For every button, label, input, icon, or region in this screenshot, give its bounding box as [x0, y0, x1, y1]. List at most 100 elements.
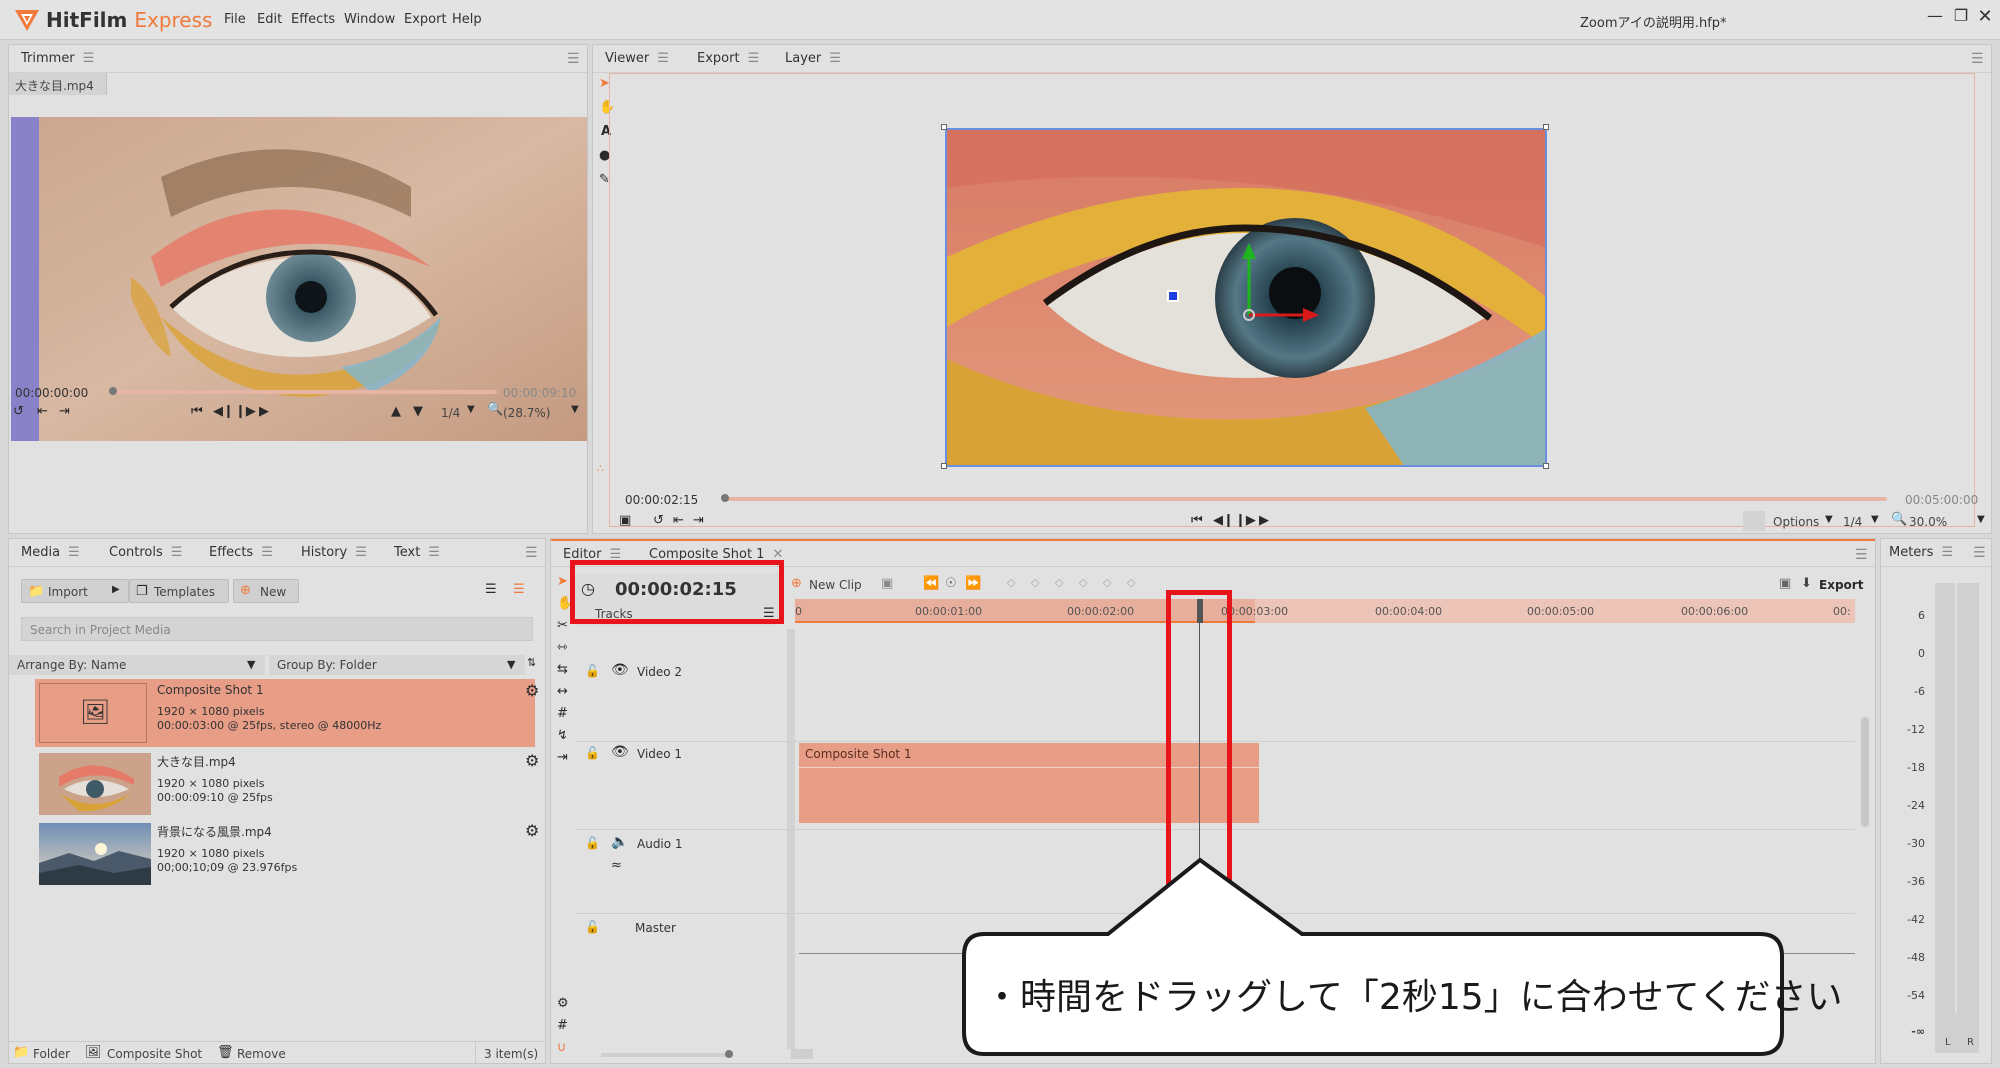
arrange-by-select[interactable]: Arrange By: Name ▼: [9, 655, 265, 675]
render-icon[interactable]: ▣: [1779, 577, 1791, 590]
trimmer-scrub-bar[interactable]: [113, 390, 497, 394]
viewer-playhead[interactable]: [721, 494, 729, 502]
import-button[interactable]: 📁 Import ▶: [21, 579, 129, 603]
tab-menu-icon[interactable]: ☰: [68, 545, 80, 560]
tab-viewer[interactable]: Viewer ☰: [605, 51, 669, 66]
marker-icon[interactable]: ◇: [1055, 577, 1063, 588]
media-item[interactable]: 大きな目.mp4 1920 × 1080 pixels 00:00:09:10 …: [35, 751, 535, 819]
viewer-grip-icon[interactable]: ∴: [597, 463, 604, 474]
marker-icon[interactable]: ◇: [1079, 577, 1087, 588]
editor-export-button[interactable]: Export: [1819, 578, 1863, 592]
insert-icon[interactable]: ▲: [391, 405, 401, 418]
next-edit-icon[interactable]: ⏩: [965, 577, 981, 590]
tab-meters[interactable]: Meters ☰: [1889, 545, 1953, 560]
tab-menu-icon[interactable]: ☰: [171, 545, 183, 560]
step-back-icon[interactable]: ◀❙: [213, 405, 234, 418]
marker-icon[interactable]: ◇: [1127, 577, 1135, 588]
group-dropdown-icon[interactable]: ▼: [507, 659, 515, 670]
corner-handle[interactable]: [941, 463, 947, 469]
lock-icon[interactable]: 🔓: [585, 665, 600, 677]
trimmer-playhead[interactable]: [109, 387, 117, 395]
new-composite-button[interactable]: Composite Shot: [107, 1047, 202, 1061]
step-forward-icon[interactable]: ❙▶: [1235, 514, 1256, 527]
loop-icon[interactable]: ↺: [13, 405, 24, 418]
quality-dropdown-icon[interactable]: ▼: [467, 405, 475, 415]
vertical-scrollbar[interactable]: [1861, 717, 1869, 827]
slip-tool-icon[interactable]: ⇿: [557, 641, 568, 654]
step-back-icon[interactable]: ◀❙: [1213, 514, 1234, 527]
arrange-dropdown-icon[interactable]: ▼: [247, 659, 255, 670]
overlay-icon[interactable]: ▼: [413, 405, 423, 418]
media-item[interactable]: 🖼 Composite Shot 1 1920 × 1080 pixels 00…: [35, 679, 535, 747]
tab-effects[interactable]: Effects ☰: [209, 545, 273, 560]
settings-gear-icon[interactable]: ⚙: [557, 997, 569, 1010]
list-view-icon[interactable]: ☰: [485, 583, 497, 596]
menu-edit[interactable]: Edit: [257, 12, 282, 27]
in-point-icon[interactable]: ⇤: [673, 514, 684, 527]
eye-icon[interactable]: 👁: [611, 745, 629, 759]
options-dropdown-icon[interactable]: ▼: [1825, 515, 1833, 525]
speaker-icon[interactable]: 🔈: [611, 835, 628, 849]
tab-menu-icon[interactable]: ☰: [657, 51, 669, 66]
zoom-dropdown-icon[interactable]: ▼: [1977, 515, 1985, 525]
gear-icon[interactable]: ⚙: [525, 683, 539, 699]
viewer-scrub-bar[interactable]: [725, 497, 1887, 501]
ripple-tool-icon[interactable]: ↔: [557, 685, 568, 698]
group-by-select[interactable]: Group By: Folder ▼: [269, 655, 525, 675]
menu-window[interactable]: Window: [344, 12, 395, 27]
tab-trimmer[interactable]: Trimmer ☰: [21, 51, 94, 66]
minimize-icon[interactable]: —: [1924, 6, 1946, 25]
media-item[interactable]: 背景になる風景.mp4 1920 × 1080 pixels 00;00;10;…: [35, 821, 535, 889]
panel-menu-icon[interactable]: ☰: [525, 545, 538, 561]
export-icon[interactable]: ⬇: [1801, 577, 1812, 590]
viewer-options-button[interactable]: Options: [1773, 515, 1819, 529]
quality-dropdown-icon[interactable]: ▼: [1871, 515, 1879, 525]
screenshot-icon[interactable]: ▣: [619, 514, 631, 527]
transform-gizmo[interactable]: [1213, 235, 1333, 355]
anchor-point-handle[interactable]: [1167, 290, 1179, 302]
tab-history[interactable]: History ☰: [301, 545, 367, 560]
trimmer-zoom[interactable]: (28.7%): [503, 406, 550, 420]
panel-menu-icon[interactable]: ☰: [567, 51, 580, 67]
in-point-icon[interactable]: ⇤: [37, 405, 48, 418]
slide-tool-icon[interactable]: ⇆: [557, 663, 568, 676]
detail-view-icon[interactable]: ☰: [513, 583, 525, 596]
tab-media[interactable]: Media ☰: [21, 545, 80, 560]
corner-handle[interactable]: [941, 124, 947, 130]
menu-effects[interactable]: Effects: [291, 12, 335, 27]
play-icon[interactable]: ▶: [1259, 514, 1269, 527]
track-header-divider[interactable]: [787, 629, 795, 1049]
corner-handle[interactable]: [1543, 463, 1549, 469]
tab-menu-icon[interactable]: ☰: [355, 545, 367, 560]
rate-tool-icon[interactable]: ↯: [557, 729, 568, 742]
export-tool-icon[interactable]: ⇥: [557, 751, 568, 764]
zoom-icon[interactable]: 🔍: [1891, 513, 1907, 526]
play-icon[interactable]: ▶: [259, 405, 269, 418]
tab-menu-icon[interactable]: ☰: [748, 51, 760, 66]
eye-icon[interactable]: 👁: [611, 663, 629, 677]
loop-icon[interactable]: ↺: [653, 514, 664, 527]
new-clip-button[interactable]: New Clip: [809, 578, 862, 592]
razor-tool-icon[interactable]: ✂: [557, 619, 568, 632]
tab-menu-icon[interactable]: ☰: [829, 51, 841, 66]
lock-icon[interactable]: 🔓: [585, 837, 600, 849]
clip-icon[interactable]: ▣: [881, 577, 893, 590]
step-forward-icon[interactable]: ❙▶: [235, 405, 256, 418]
templates-button[interactable]: ❐ Templates: [129, 579, 229, 603]
zoom-icon[interactable]: 🔍: [487, 403, 503, 416]
grid-icon[interactable]: #: [557, 1019, 568, 1032]
timeline-ruler[interactable]: 0 00:00:01:00 00:00:02:00 00:00:03:00 00…: [795, 599, 1855, 623]
gear-icon[interactable]: ⚙: [525, 823, 539, 839]
viewer-quality[interactable]: 1/4: [1843, 515, 1862, 529]
marker-icon[interactable]: ◇: [1031, 577, 1039, 588]
select-tool-icon[interactable]: ➤: [557, 575, 568, 588]
tab-menu-icon[interactable]: ☰: [261, 545, 273, 560]
prev-edit-icon[interactable]: ⏪: [923, 577, 939, 590]
marker-icon[interactable]: ◇: [1007, 577, 1015, 588]
horizontal-scrollbar[interactable]: [791, 1049, 813, 1059]
gear-icon[interactable]: ⚙: [525, 753, 539, 769]
close-icon[interactable]: ✕: [1974, 6, 1996, 27]
new-folder-button[interactable]: Folder: [33, 1047, 70, 1061]
out-point-icon[interactable]: ⇥: [693, 514, 704, 527]
viewer-zoom[interactable]: 30.0%: [1909, 515, 1947, 529]
